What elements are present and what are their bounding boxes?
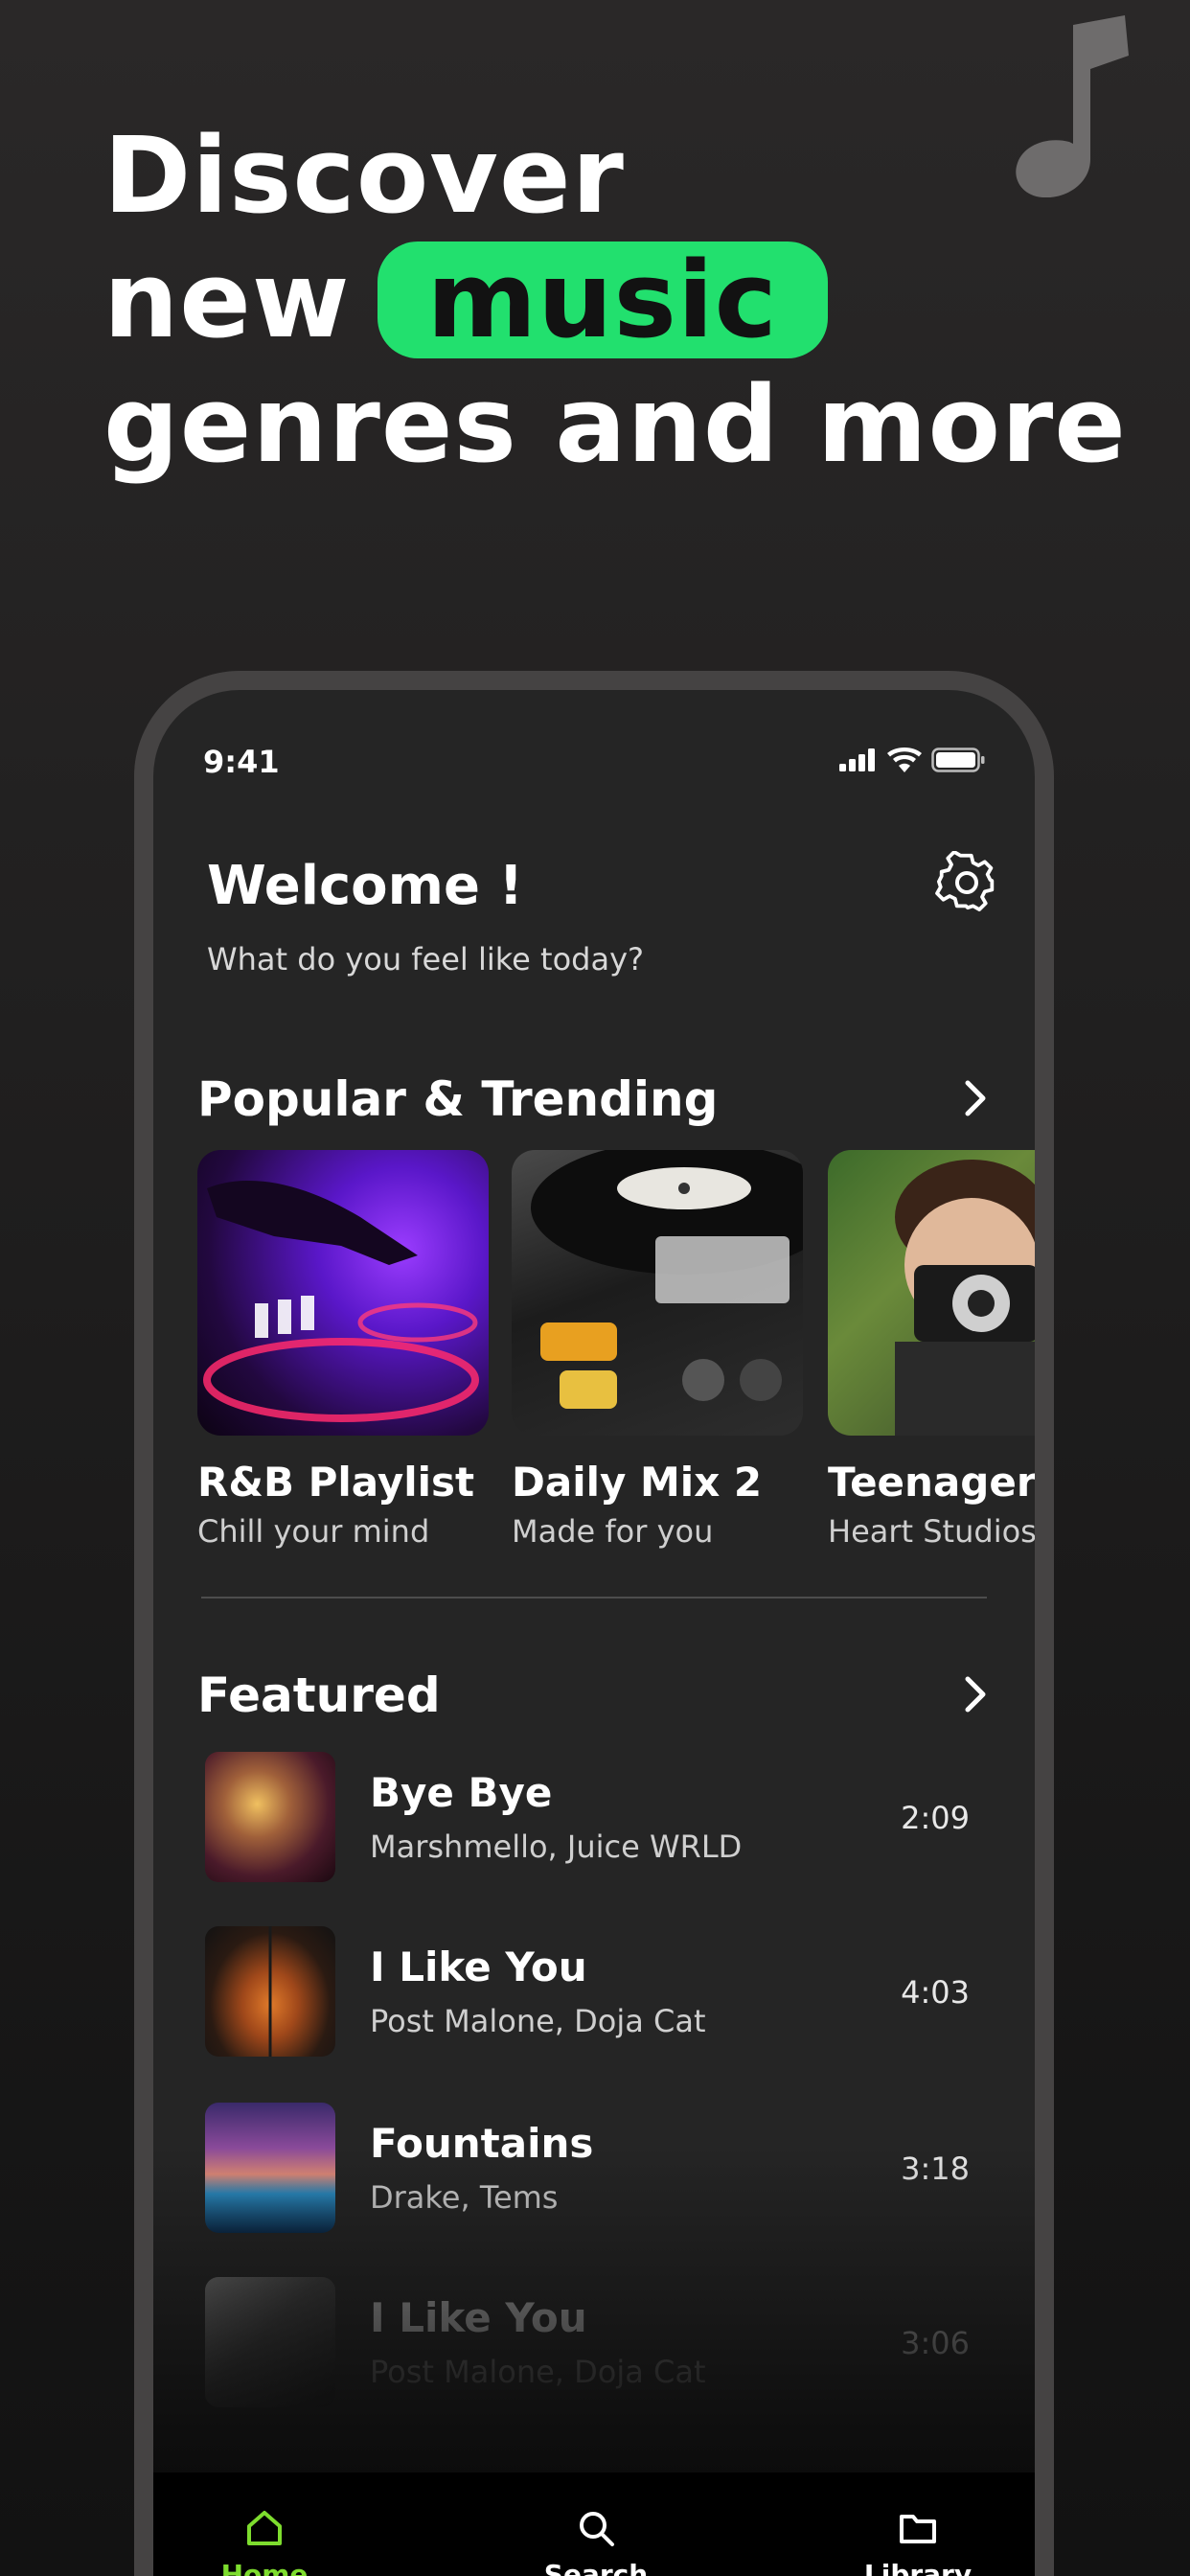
phone-frame: 9:41 Welcome ! What do you feel like tod… — [134, 671, 1054, 2576]
tab-label: Search — [543, 2559, 649, 2576]
playlist-title: Daily Mix 2 — [512, 1459, 763, 1506]
headline-prefix: new — [103, 239, 351, 361]
battery-icon — [931, 748, 985, 772]
track-title: Fountains — [370, 2120, 594, 2167]
wifi-icon — [887, 748, 922, 772]
headline-line-2: new music — [103, 238, 1127, 362]
playlist-cover — [197, 1150, 489, 1436]
track-artist: Post Malone, Doja Cat — [370, 2003, 706, 2039]
track-duration: 3:18 — [901, 2150, 970, 2187]
welcome-subtitle: What do you feel like today? — [207, 941, 644, 978]
app-store-preview: Discover newmusic genres and more 9:41 — [0, 0, 1190, 2576]
playlist-subtitle: Heart Studios — [828, 1513, 1035, 1550]
tab-library[interactable]: Library — [822, 2507, 1014, 2576]
tab-label: Library — [863, 2559, 973, 2576]
playlist-cover — [512, 1150, 803, 1436]
track-artwork — [205, 1752, 335, 1882]
folder-icon — [900, 2515, 936, 2543]
track-row[interactable]: Bye Bye Marshmello, Juice WRLD 2:09 — [205, 1752, 981, 1886]
playlist-subtitle: Made for you — [512, 1513, 714, 1550]
playlist-cover — [828, 1150, 1035, 1436]
playlist-card[interactable]: Teenager Y Heart Studios — [828, 1150, 1035, 1550]
track-artist: Drake, Tems — [370, 2179, 559, 2216]
track-artwork — [205, 1926, 335, 2057]
track-artwork — [205, 2277, 335, 2407]
track-title: I Like You — [370, 1944, 587, 1990]
playlist-card[interactable]: R&B Playlist Chill your mind — [197, 1150, 489, 1550]
track-title: Bye Bye — [370, 1769, 553, 1816]
track-artist: Post Malone, Doja Cat — [370, 2354, 706, 2390]
track-duration: 2:09 — [901, 1800, 970, 1836]
track-row[interactable]: I Like You Post Malone, Doja Cat 4:03 — [205, 1926, 981, 2060]
highlight-pill: music — [377, 242, 828, 358]
track-duration: 3:06 — [901, 2325, 970, 2361]
tab-search[interactable]: Search — [500, 2507, 692, 2576]
track-row[interactable]: Fountains Drake, Tems 3:18 — [205, 2103, 981, 2237]
welcome-title: Welcome ! — [207, 855, 523, 917]
tab-label: Home — [220, 2559, 309, 2576]
playlist-title: Teenager Y — [828, 1459, 1035, 1506]
chevron-right-icon[interactable] — [956, 1077, 995, 1119]
playlist-title: R&B Playlist — [197, 1459, 475, 1506]
status-icons — [839, 748, 985, 772]
playlist-subtitle: Chill your mind — [197, 1513, 430, 1550]
bottom-tab-bar: Home Search Library — [153, 2472, 1035, 2576]
track-duration: 4:03 — [901, 1974, 970, 2011]
gear-icon[interactable] — [935, 851, 998, 914]
signal-icon — [839, 748, 875, 771]
section-title-featured: Featured — [197, 1668, 441, 1723]
search-icon — [580, 2512, 614, 2546]
playlist-card[interactable]: Daily Mix 2 Made for you — [512, 1150, 803, 1550]
headline-line-3: genres and more — [103, 363, 1127, 486]
section-title-popular: Popular & Trending — [197, 1071, 719, 1127]
playlist-carousel[interactable]: R&B Playlist Chill your mind Daily Mix 2… — [197, 1150, 1035, 1572]
section-divider — [201, 1597, 987, 1598]
tab-home[interactable]: Home — [169, 2507, 360, 2576]
phone-screen: 9:41 Welcome ! What do you feel like tod… — [153, 690, 1035, 2576]
chevron-right-icon[interactable] — [956, 1673, 995, 1715]
headline-line-1: Discover — [103, 114, 625, 237]
track-row[interactable]: I Like You Post Malone, Doja Cat 3:06 — [205, 2277, 981, 2411]
status-time: 9:41 — [203, 744, 280, 780]
hero-headline: Discover new music genres and more — [103, 113, 1127, 487]
track-title: I Like You — [370, 2294, 587, 2341]
home-icon — [247, 2511, 282, 2545]
track-artwork — [205, 2103, 335, 2233]
track-artist: Marshmello, Juice WRLD — [370, 1828, 743, 1865]
